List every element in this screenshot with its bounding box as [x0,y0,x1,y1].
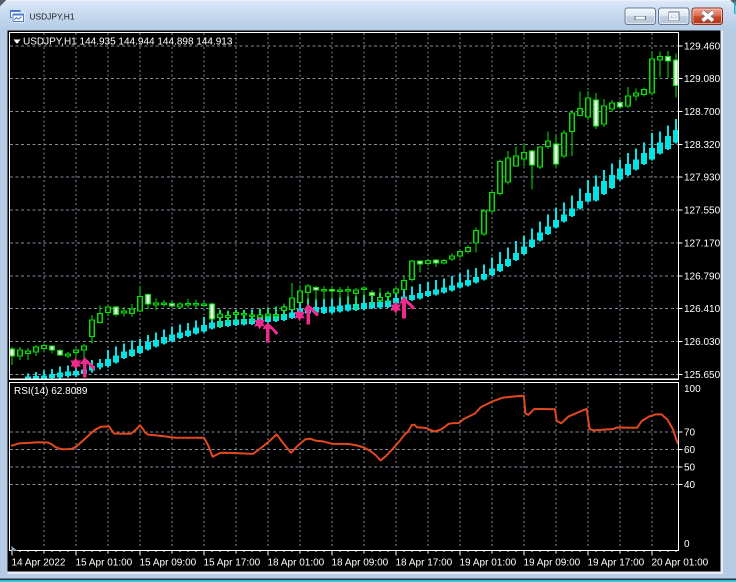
svg-text:126.410: 126.410 [684,304,721,315]
svg-text:125.650: 125.650 [684,370,721,381]
svg-text:127.550: 127.550 [684,206,721,217]
svg-text:129.080: 129.080 [684,74,721,85]
svg-text:19 Apr 09:00: 19 Apr 09:00 [524,558,581,569]
svg-text:127.170: 127.170 [684,238,721,249]
svg-text:100: 100 [684,384,701,395]
svg-text:15 Apr 01:00: 15 Apr 01:00 [76,558,133,569]
svg-text:15 Apr 17:00: 15 Apr 17:00 [204,558,261,569]
svg-text:18 Apr 17:00: 18 Apr 17:00 [396,558,453,569]
svg-text:129.460: 129.460 [684,41,721,52]
svg-text:18 Apr 09:00: 18 Apr 09:00 [332,558,389,569]
svg-text:20 Apr 01:00: 20 Apr 01:00 [652,558,709,569]
svg-text:127.930: 127.930 [684,173,721,184]
svg-text:50: 50 [684,463,696,474]
svg-text:USDJPY,H1 144.935 144.944 144: USDJPY,H1 144.935 144.944 144.898 144.91… [23,37,233,48]
svg-text:14 Apr 2022: 14 Apr 2022 [12,558,66,569]
svg-text:60: 60 [684,445,696,456]
svg-text:126.790: 126.790 [684,271,721,282]
svg-text:RSI(14) 62.8089: RSI(14) 62.8089 [14,386,88,397]
svg-text:15 Apr 09:00: 15 Apr 09:00 [140,558,197,569]
svg-text:128.320: 128.320 [684,140,721,151]
svg-text:19 Apr 17:00: 19 Apr 17:00 [588,558,645,569]
svg-text:0: 0 [684,539,690,550]
svg-text:70: 70 [684,428,696,439]
svg-text:18 Apr 01:00: 18 Apr 01:00 [268,558,325,569]
svg-text:126.030: 126.030 [684,337,721,348]
svg-text:USDJPY,H1: USDJPY,H1 [30,12,75,22]
svg-text:128.700: 128.700 [684,107,721,118]
svg-text:40: 40 [684,480,696,491]
svg-text:19 Apr 01:00: 19 Apr 01:00 [460,558,517,569]
